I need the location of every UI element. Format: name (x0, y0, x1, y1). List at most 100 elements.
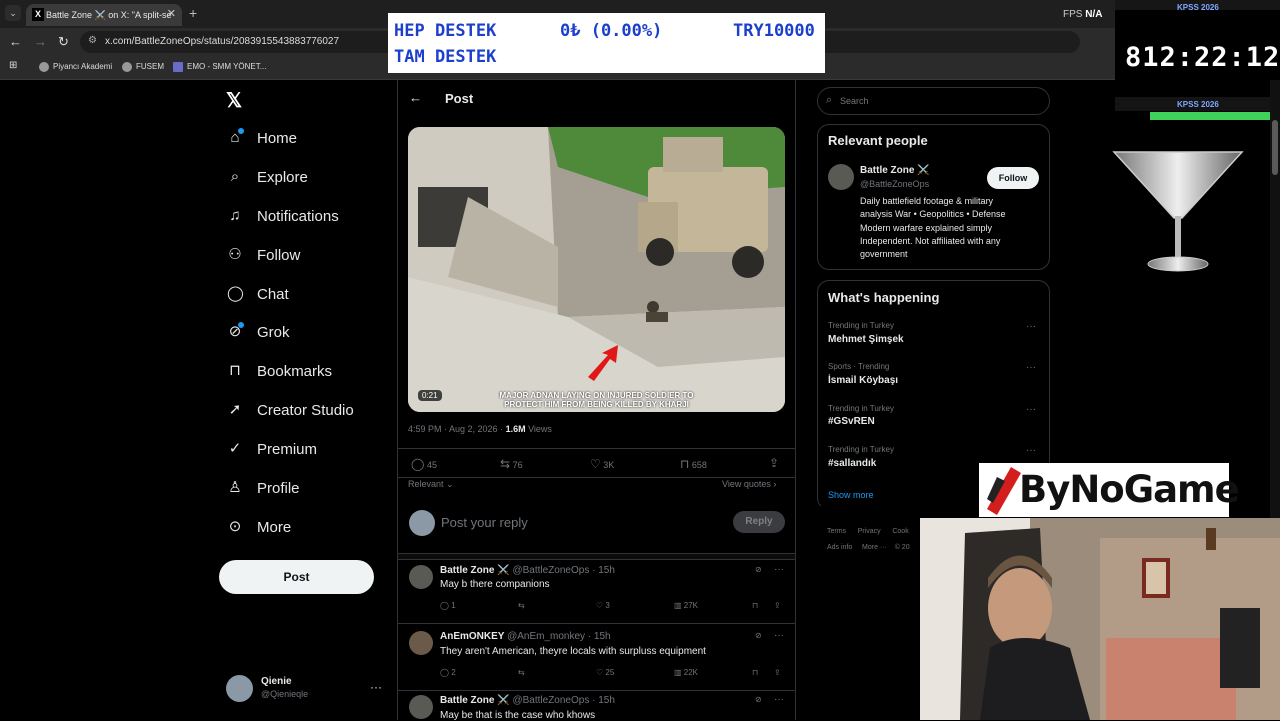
share-icon[interactable]: ⇪ (774, 668, 781, 677)
verified-icon: ✓ (228, 440, 242, 457)
more-icon[interactable]: ··· (1026, 445, 1036, 456)
grok-icon[interactable]: ⊘ (755, 565, 762, 574)
reply-count[interactable]: ◯ 2 (440, 668, 456, 677)
reply-item[interactable]: AnEmONKEY @AnEm_monkey · 15h They aren't… (398, 623, 795, 689)
avatar (409, 565, 433, 589)
forward-button[interactable]: → (34, 34, 47, 49)
reply-button[interactable]: Reply (733, 511, 785, 533)
post-timestamp: 4:59 PM · Aug 2, 2026 · 1.6M Views (408, 424, 552, 434)
avatar[interactable] (828, 164, 854, 190)
page-scrollbar[interactable] (1270, 80, 1280, 520)
search-input[interactable]: ⌕ Search (817, 87, 1050, 115)
footer-link[interactable]: Ads info (827, 544, 852, 551)
heart-icon: ♡ (590, 457, 601, 471)
bookmark-icon[interactable]: ⊓ (752, 668, 758, 677)
like-action[interactable]: ♡ 3K (590, 457, 614, 471)
trend-item[interactable]: Mehmet Şimşek (828, 334, 904, 345)
person-icon: ♙ (228, 479, 242, 496)
avatar (409, 695, 433, 719)
avatar (409, 631, 433, 655)
person-bio: Daily battlefield footage & military anal… (860, 196, 1006, 260)
trend-item[interactable]: İsmail Köybaşı (828, 375, 898, 386)
sort-dropdown[interactable]: Relevant ⌄ (408, 479, 454, 490)
repost-icon[interactable]: ⇆ (518, 668, 525, 677)
banner-goal: TRY10000 (733, 21, 815, 41)
share-icon: ⇪ (769, 456, 780, 470)
footer-link[interactable]: More ··· (862, 544, 887, 551)
post-video[interactable]: 0:21 MAJOR ADNAN LAYING ON INJURED SOLDI… (408, 127, 785, 412)
trend-context: Trending in Turkey (828, 404, 894, 413)
views-count: 1.6M (505, 424, 526, 434)
show-more-link[interactable]: Show more (828, 490, 874, 500)
footer-link[interactable]: Cook (892, 528, 908, 535)
timer-top-label: KPSS 2026 (1177, 3, 1219, 12)
trend-item[interactable]: #GSvREN (828, 416, 875, 427)
bookmark-2[interactable]: FUSEM (122, 62, 164, 72)
apps-icon[interactable]: ⊞ (9, 60, 17, 71)
reply-item[interactable]: Battle Zone ⚔️ @BattleZoneOps · 15h May … (398, 690, 795, 721)
repost-action[interactable]: ⇆ 76 (500, 457, 523, 471)
like-count[interactable]: ♡ 3 (596, 601, 610, 610)
bynogame-logo: ByNoGame (979, 463, 1240, 517)
back-button[interactable]: ← (9, 34, 22, 49)
reload-button[interactable]: ↻ (58, 34, 69, 50)
more-icon[interactable]: ··· (774, 564, 784, 575)
bookmark-action[interactable]: ⊓ 658 (680, 457, 707, 471)
tab-title: Battle Zone ⚔️ on X: "A split-se (46, 10, 172, 20)
bookmark-3[interactable]: EMO - SMM YÖNET... (173, 62, 266, 72)
martini-glass-icon (1112, 151, 1244, 272)
active-tab[interactable]: X Battle Zone ⚔️ on X: "A split-se ✕ (26, 4, 182, 26)
grok-icon[interactable]: ⊘ (755, 631, 762, 640)
view-quotes-link[interactable]: View quotes › (722, 479, 776, 489)
person-name[interactable]: Battle Zone ⚔️ (860, 165, 930, 176)
user-handle: @Qienieqle (261, 689, 309, 699)
trend-context: Trending in Turkey (828, 321, 894, 330)
trend-item[interactable]: #sallandık (828, 458, 876, 469)
page-title: Post (445, 91, 474, 106)
reply-count[interactable]: ◯ 1 (440, 601, 456, 610)
site-info-icon[interactable]: ⚙ (88, 35, 97, 46)
reply-text: May b there companions (440, 579, 550, 590)
tab-close-icon[interactable]: ✕ (167, 7, 176, 20)
new-tab-button[interactable]: + (189, 5, 197, 21)
person-handle: @BattleZoneOps (860, 179, 930, 189)
countdown-timer: KPSS 2026 812:22:12 KPSS 2026 (1115, 0, 1280, 122)
reply-text: May be that is the case who khows (440, 710, 596, 721)
share-action[interactable]: ⇪ (769, 456, 779, 470)
back-arrow-icon[interactable]: ← (409, 90, 422, 105)
reply-input[interactable]: Post your reply (441, 515, 528, 530)
footer-links-2: Ads info More ··· © 20 (827, 544, 910, 551)
bookmark-icon[interactable]: ⊓ (752, 601, 758, 610)
reply-text: They aren't American, theyre locals with… (440, 646, 706, 657)
more-icon[interactable]: ··· (774, 694, 784, 705)
scrollbar-thumb[interactable] (1272, 120, 1278, 175)
bookmark-1[interactable]: Piyancı Akademi (39, 62, 112, 72)
account-switcher[interactable]: Qienie @Qienieqle ··· (226, 675, 382, 705)
happening-title: What's happening (828, 290, 940, 305)
follow-button[interactable]: Follow (987, 167, 1039, 189)
avatar (226, 675, 253, 702)
x-logo-icon[interactable]: 𝕏 (226, 88, 242, 113)
more-icon[interactable]: ··· (1026, 362, 1036, 373)
more-icon[interactable]: ··· (1026, 404, 1036, 415)
post-button[interactable]: Post (219, 560, 374, 594)
reply-author: Battle Zone ⚔️ @BattleZoneOps · 15h (440, 565, 615, 576)
tab-search-button[interactable]: ⌄ (5, 5, 21, 21)
reply-item[interactable]: Battle Zone ⚔️ @BattleZoneOps · 15h May … (398, 559, 795, 621)
share-icon[interactable]: ⇪ (774, 601, 781, 610)
bynogame-text: ByNoGame (1019, 468, 1240, 511)
timer-value: 812:22:12 (1125, 42, 1280, 73)
x-favicon-icon: X (32, 8, 44, 21)
relevant-title: Relevant people (828, 133, 928, 148)
like-count[interactable]: ♡ 25 (596, 668, 614, 677)
footer-link[interactable]: Terms (827, 528, 846, 535)
more-icon[interactable]: ··· (774, 630, 784, 641)
reply-action[interactable]: ◯ 45 (411, 457, 437, 471)
repost-icon[interactable]: ⇆ (518, 601, 525, 610)
user-name: Qienie (261, 676, 292, 687)
more-icon[interactable]: ··· (1026, 321, 1036, 332)
views-count[interactable]: ▥ 27K (674, 601, 698, 610)
views-count[interactable]: ▥ 22K (674, 668, 698, 677)
footer-link[interactable]: Privacy (858, 528, 881, 535)
grok-icon[interactable]: ⊘ (755, 695, 762, 704)
